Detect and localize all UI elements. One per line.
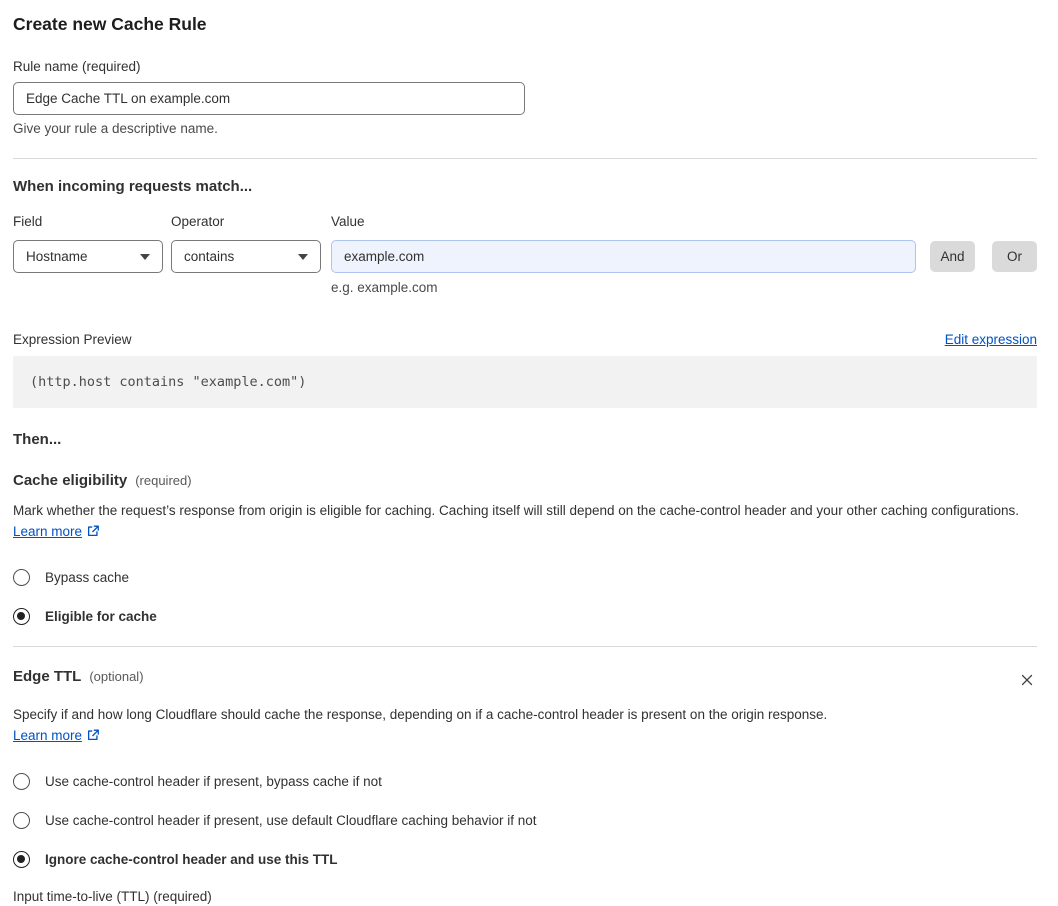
radio-label: Use cache-control header if present, byp… — [45, 773, 382, 789]
page-title: Create new Cache Rule — [13, 14, 207, 34]
cache-eligibility-title: Cache eligibility — [13, 472, 128, 489]
ttl-field-group: Input time-to-live (TTL) (required) 1 da… — [13, 889, 1037, 906]
radio-selected-icon — [13, 607, 30, 625]
field-select-value: Hostname — [26, 249, 88, 264]
section-divider — [13, 646, 1037, 647]
radio-label: Bypass cache — [45, 569, 130, 585]
edge-ttl-header: Edge TTL (optional) — [13, 668, 1037, 693]
cache-eligibility-learn-more-link[interactable]: Learn more — [13, 524, 82, 539]
section-divider — [13, 158, 1037, 159]
radio-label: Ignore cache-control header and use this… — [45, 851, 338, 867]
value-label: Value — [331, 214, 365, 229]
radio-unselected-icon — [13, 772, 30, 790]
field-select[interactable]: Hostname — [13, 240, 163, 273]
radio-label: Eligible for cache — [45, 608, 157, 624]
external-link-icon — [86, 523, 100, 544]
operator-select[interactable]: contains — [171, 240, 321, 273]
expression-code-block: (http.host contains "example.com") — [13, 356, 1037, 408]
rule-name-helper: Give your rule a descriptive name. — [13, 121, 218, 136]
edit-expression-link[interactable]: Edit expression — [945, 332, 1037, 347]
match-section: When incoming requests match... Field Ho… — [13, 178, 1037, 295]
chevron-down-icon — [298, 253, 308, 260]
edge-ttl-description: Specify if and how long Cloudflare shoul… — [13, 704, 843, 748]
radio-unselected-icon — [13, 811, 30, 829]
ttl-label: Input time-to-live (TTL) (required) — [13, 889, 212, 904]
value-column: Value — [331, 214, 916, 273]
external-link-icon — [86, 727, 100, 748]
radio-unselected-icon — [13, 568, 30, 586]
conjunction-buttons: And Or — [930, 241, 1037, 272]
cache-eligibility-qualifier: (required) — [135, 473, 192, 488]
cache-eligibility-description-text: Mark whether the request’s response from… — [13, 503, 1020, 518]
rule-name-input[interactable] — [13, 82, 525, 115]
edge-ttl-learn-more-link[interactable]: Learn more — [13, 728, 82, 743]
chevron-down-icon — [140, 253, 150, 260]
radio-selected-icon — [13, 850, 30, 868]
operator-column: Operator contains — [171, 214, 321, 273]
then-heading: Then... — [13, 431, 62, 448]
edge-ttl-title: Edge TTL — [13, 668, 82, 685]
expression-preview-label: Expression Preview — [13, 332, 132, 347]
cache-eligibility-description: Mark whether the request’s response from… — [13, 500, 1023, 544]
and-button[interactable]: And — [930, 241, 975, 272]
edge-ttl-options: Use cache-control header if present, byp… — [13, 772, 1037, 868]
radio-option-eligible-for-cache[interactable]: Eligible for cache — [13, 607, 1037, 625]
edge-ttl-qualifier: (optional) — [89, 669, 144, 684]
edge-ttl-description-text: Specify if and how long Cloudflare shoul… — [13, 707, 828, 722]
value-input[interactable] — [331, 240, 916, 273]
cache-eligibility-header: Cache eligibility (required) — [13, 472, 1037, 489]
field-label: Field — [13, 214, 43, 229]
operator-label: Operator — [171, 214, 225, 229]
radio-option-use-header-bypass[interactable]: Use cache-control header if present, byp… — [13, 772, 1037, 790]
match-condition-row: Field Hostname Operator contains Value A… — [13, 214, 1037, 273]
rule-name-label: Rule name (required) — [13, 59, 141, 74]
expression-header: Expression Preview Edit expression — [13, 332, 1037, 347]
value-helper: e.g. example.com — [331, 280, 438, 295]
cache-eligibility-options: Bypass cache Eligible for cache — [13, 568, 1037, 625]
edge-ttl-title-row: Edge TTL (optional) — [13, 668, 144, 685]
field-column: Field Hostname — [13, 214, 163, 273]
operator-select-value: contains — [184, 249, 235, 264]
match-heading: When incoming requests match... — [13, 178, 253, 195]
close-icon[interactable] — [1017, 670, 1037, 693]
radio-option-use-header-default[interactable]: Use cache-control header if present, use… — [13, 811, 1037, 829]
radio-option-ignore-header-use-ttl[interactable]: Ignore cache-control header and use this… — [13, 850, 1037, 868]
radio-option-bypass-cache[interactable]: Bypass cache — [13, 568, 1037, 586]
rule-name-field-group: Rule name (required) — [13, 59, 525, 115]
radio-label: Use cache-control header if present, use… — [45, 812, 537, 828]
or-button[interactable]: Or — [992, 241, 1037, 272]
create-cache-rule-form: Create new Cache Rule Rule name (require… — [0, 0, 1058, 906]
